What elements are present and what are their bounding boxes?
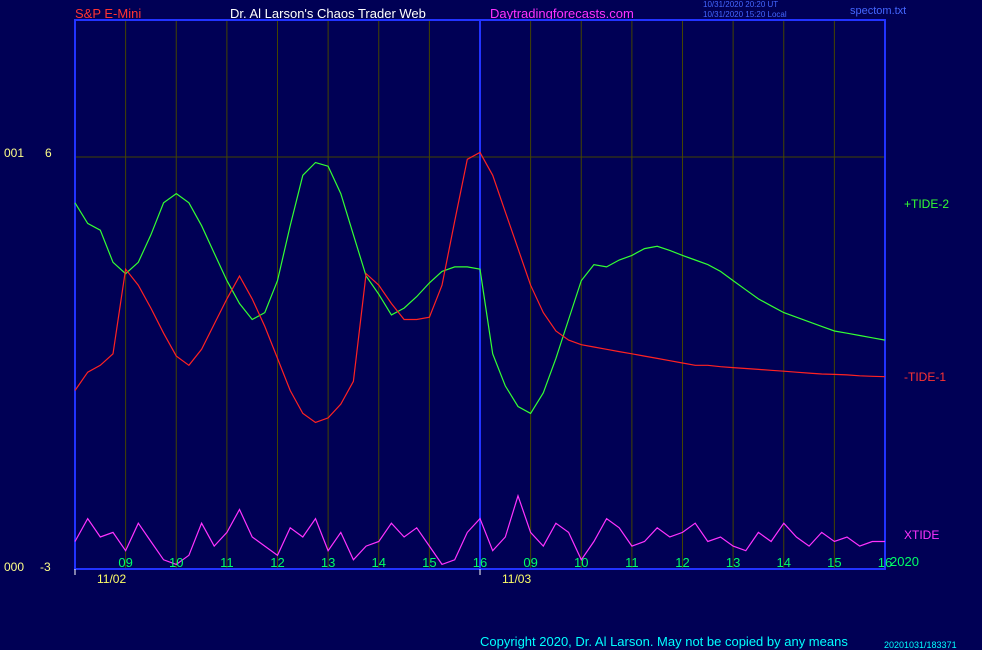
x-tick-label: 15 [827,555,841,570]
x-tick-label: 12 [270,555,284,570]
x-tick-label: 16 [878,555,892,570]
chart-frame [74,19,886,575]
tide-chart: 09 10 11 12 13 14 15 16 09 10 11 12 13 14 15 16 [74,19,892,575]
x-tick-label: 09 [118,555,132,570]
x-tick-label: 12 [675,555,689,570]
x-tick-label: 14 [777,555,791,570]
x-tick-label: 13 [321,555,335,570]
x-tick-label: 16 [473,555,487,570]
x-tick-label: 09 [523,555,537,570]
x-tick-label: 11 [220,555,234,570]
x-tick-label: 11 [625,555,639,570]
x-tick-label: 13 [726,555,740,570]
x-tick-label: 10 [574,555,588,570]
x-tick-label: 15 [422,555,436,570]
x-tick-label: 14 [372,555,386,570]
x-tick-labels: 09 10 11 12 13 14 15 16 09 10 11 12 13 14 15 16 [118,555,892,570]
x-tick-label: 10 [169,555,183,570]
